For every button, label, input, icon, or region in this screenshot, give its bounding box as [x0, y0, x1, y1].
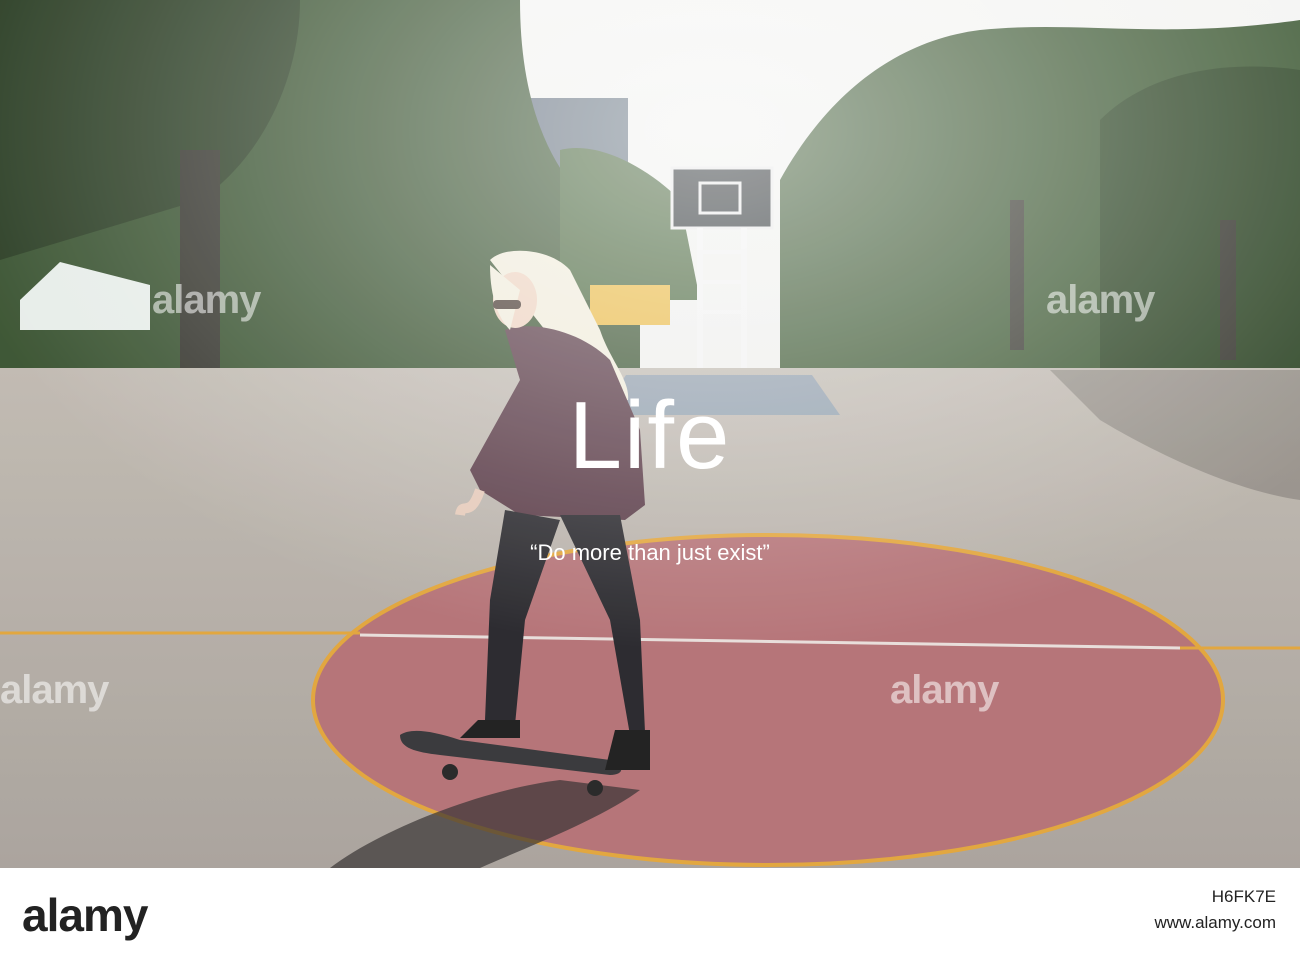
site-url: www.alamy.com [1154, 913, 1276, 932]
overlay-title: Life [568, 382, 732, 489]
footer-bar: alamy H6FK7E www.alamy.com [0, 868, 1300, 957]
watermark: alamy [152, 278, 261, 322]
watermark: alamy [0, 668, 109, 712]
alamy-logo: alamy [22, 889, 148, 941]
overlay-quote: “Do more than just exist” [530, 540, 770, 565]
watermark: alamy [1046, 278, 1155, 322]
watermark: alamy [890, 668, 999, 712]
image-id: H6FK7E [1211, 887, 1276, 906]
image-credit: H6FK7E www.alamy.com [1154, 884, 1276, 936]
